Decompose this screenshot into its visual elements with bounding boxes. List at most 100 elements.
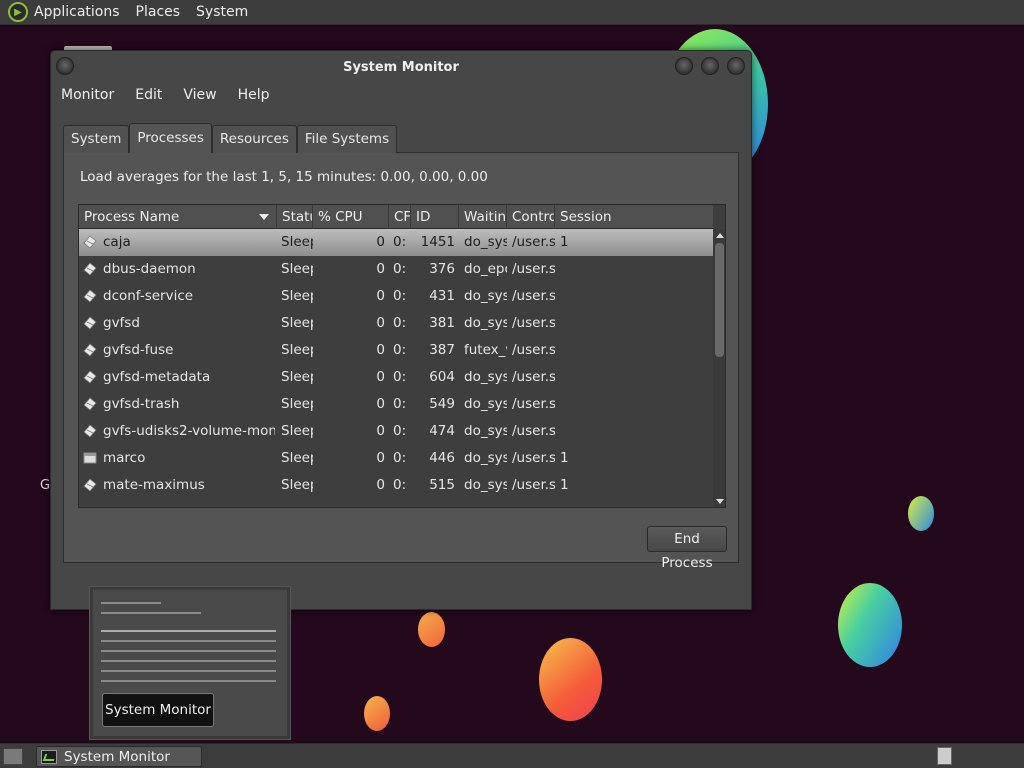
cell-status: Sleep	[281, 315, 313, 331]
close-button[interactable]	[727, 57, 745, 75]
sort-descending-icon	[259, 214, 269, 220]
scroll-up-icon[interactable]	[716, 233, 724, 238]
preview-line	[101, 670, 276, 672]
bottom-panel: System Monitor	[0, 743, 1024, 768]
table-row[interactable]: gvfs-udisks2-volume-monitor Sleep 0 0: 474 do…	[79, 418, 713, 445]
scroll-down-icon[interactable]	[716, 499, 724, 504]
table-row[interactable]: gvfsd-trash Sleep 0 0: 549 do_sys/user.s	[79, 391, 713, 418]
end-process-button[interactable]: End Process	[647, 526, 727, 571]
table-row[interactable]: marco Sleep 0 0: 446 do_sys/user.s 1	[79, 445, 713, 472]
applications-menu[interactable]: Applications	[34, 4, 120, 20]
cell-name: marco	[103, 450, 146, 466]
cell-name: gvfsd	[103, 315, 140, 331]
desktop-bubble	[908, 496, 934, 531]
column-waiting-channel[interactable]: Waitin	[459, 205, 507, 229]
tab-notebook: System Processes Resources File Systems …	[63, 123, 739, 571]
table-row[interactable]: gvfsd-metadata Sleep 0 0: 604 do_sys/user.s	[79, 364, 713, 391]
tab-system[interactable]: System	[63, 125, 130, 153]
window-title-tooltip: System Monitor	[102, 693, 214, 727]
cell-wait: do_sys	[464, 288, 507, 304]
show-desktop-icon[interactable]	[3, 748, 23, 765]
cell-status: Sleep	[281, 477, 313, 493]
system-monitor-icon	[41, 749, 57, 764]
cell-name: gvfs-udisks2-volume-monitor	[103, 423, 275, 439]
column-process-name[interactable]: Process Name	[79, 205, 277, 229]
mate-logo-icon[interactable]: ▶	[8, 2, 28, 22]
cell-status: Sleep	[281, 261, 313, 277]
column-id[interactable]: ID	[411, 205, 459, 229]
workspace-switcher[interactable]	[937, 747, 952, 765]
column-cpu-time[interactable]: CF	[389, 205, 411, 229]
minimize-button[interactable]	[675, 57, 693, 75]
cell-name: gvfsd-trash	[103, 396, 180, 412]
column-status[interactable]: Statu	[277, 205, 313, 229]
table-row[interactable]: mate-maximus Sleep 0 0: 515 do_sys/user.s 1	[79, 472, 713, 499]
tab-resources[interactable]: Resources	[211, 125, 297, 153]
tab-processes[interactable]: Processes	[129, 123, 212, 153]
cell-cpu: 0	[376, 315, 385, 331]
places-menu[interactable]: Places	[136, 4, 181, 20]
process-icon	[83, 316, 97, 330]
window-menu-button[interactable]	[56, 57, 74, 75]
cell-cf: 0:	[393, 288, 407, 304]
table-scrollbar[interactable]	[713, 229, 725, 507]
cell-cpu: 0	[376, 396, 385, 412]
process-icon	[83, 424, 97, 438]
taskbar-item-system-monitor[interactable]: System Monitor	[36, 746, 202, 767]
cell-id: 604	[429, 369, 455, 385]
preview-line	[101, 650, 276, 652]
scrollbar-thumb[interactable]	[715, 243, 724, 357]
table-row[interactable]: dbus-daemon Sleep 0 0: 376 do_epo/user.s	[79, 256, 713, 283]
cell-ctrl: /user.s	[512, 369, 555, 385]
desktop-bubble	[539, 638, 602, 721]
cell-cpu: 0	[376, 288, 385, 304]
cell-status: Sleep	[281, 423, 313, 439]
column-session[interactable]: Session	[555, 205, 713, 229]
tab-file-systems[interactable]: File Systems	[296, 125, 398, 153]
cell-wait: futex_w	[464, 342, 507, 358]
table-header: Process Name Statu % CPU CF ID Waitin Co…	[79, 205, 713, 229]
cell-status: Sleep	[281, 234, 313, 250]
table-row[interactable]: gvfsd-fuse Sleep 0 0: 387 futex_w/user.s	[79, 337, 713, 364]
cell-name: gvfsd-metadata	[103, 369, 211, 385]
cell-cpu: 0	[376, 450, 385, 466]
cell-name: dbus-daemon	[103, 261, 196, 277]
cell-status: Sleep	[281, 342, 313, 358]
column-cpu[interactable]: % CPU	[313, 205, 389, 229]
system-monitor-window: System Monitor Monitor Edit View Help Sy…	[50, 50, 752, 610]
cell-name: caja	[103, 234, 131, 250]
cell-id: 1451	[420, 234, 455, 250]
menu-help[interactable]: Help	[238, 87, 270, 103]
cell-session: 1	[560, 234, 569, 250]
system-menu[interactable]: System	[196, 4, 248, 20]
cell-wait: do_sys	[464, 423, 507, 439]
table-row[interactable]: caja Sleep 0 0: 1451 do_sys/user.s 1	[79, 229, 713, 256]
cell-id: 549	[429, 396, 455, 412]
process-icon	[83, 370, 97, 384]
cell-cf: 0:	[393, 234, 407, 250]
maximize-button[interactable]	[701, 57, 719, 75]
cell-cf: 0:	[393, 369, 407, 385]
preview-line	[101, 630, 276, 632]
cell-ctrl: /user.s	[512, 396, 555, 412]
cell-cf: 0:	[393, 423, 407, 439]
cell-id: 446	[429, 450, 455, 466]
menu-edit[interactable]: Edit	[135, 87, 162, 103]
cell-wait: do_sys	[464, 234, 507, 250]
cell-session	[560, 364, 600, 391]
cell-id: 515	[429, 477, 455, 493]
table-row[interactable]: gvfsd Sleep 0 0: 381 do_sys/user.s	[79, 310, 713, 337]
cell-id: 431	[429, 288, 455, 304]
cell-wait: do_sys	[464, 450, 507, 466]
desktop-bubble	[364, 696, 390, 731]
desktop-icon-label[interactable]: G	[40, 478, 50, 493]
cell-session	[560, 256, 600, 283]
table-row[interactable]: dconf-service Sleep 0 0: 431 do_sys/user.s	[79, 283, 713, 310]
preview-line	[101, 602, 161, 604]
cell-wait: do_sys	[464, 477, 507, 493]
cell-session: 1	[560, 477, 569, 493]
menu-view[interactable]: View	[183, 87, 216, 103]
window-titlebar[interactable]: System Monitor	[51, 51, 751, 83]
menu-monitor[interactable]: Monitor	[61, 87, 114, 103]
column-control-group[interactable]: Contro	[507, 205, 555, 229]
